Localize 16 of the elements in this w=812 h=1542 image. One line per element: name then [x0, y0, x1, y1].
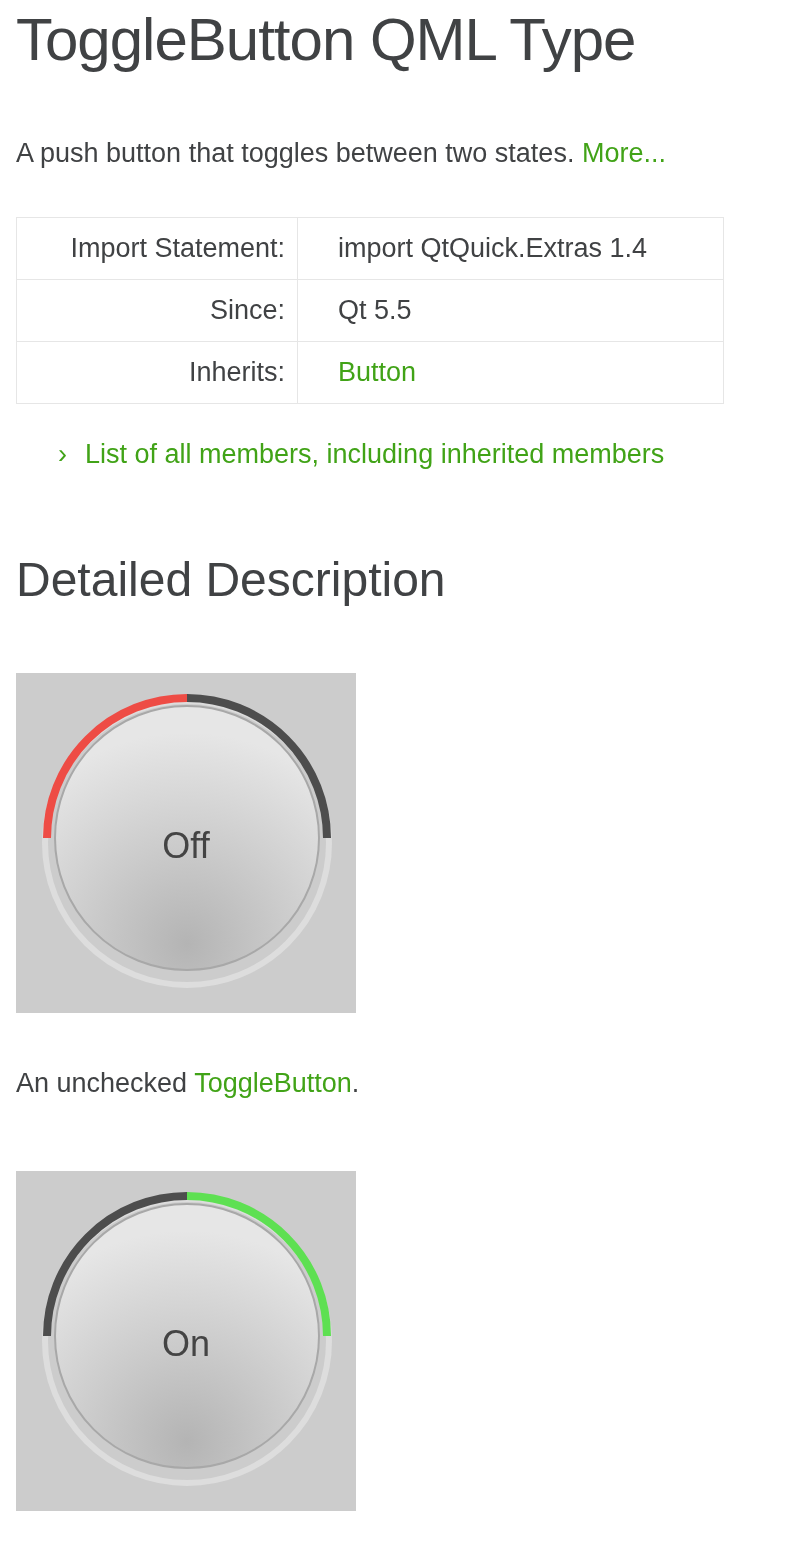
page-title: ToggleButton QML Type [16, 5, 636, 75]
brief-description: A push button that toggles between two states. [16, 138, 576, 168]
table-link[interactable]: Button [297, 341, 724, 404]
chevron-icon: › [58, 434, 67, 475]
toggle-label: Off [161, 823, 211, 868]
more-link[interactable]: More... [581, 138, 666, 168]
table-cell: import QtQuick.Extras 1.4 [297, 217, 724, 280]
members-link[interactable]: List of all members, including inherited members [85, 434, 665, 475]
toggle-label: On [161, 1321, 211, 1366]
table-cell: Inherits: [16, 341, 298, 404]
figure-caption: An unchecked ToggleButton. [16, 1066, 360, 1100]
toggle-button-link[interactable]: ToggleButton [194, 1067, 352, 1098]
section-heading: Detailed Description [16, 551, 446, 608]
table-cell: Since: [16, 279, 298, 342]
table-cell: Import Statement: [16, 217, 298, 280]
table-cell: Qt 5.5 [297, 279, 724, 342]
